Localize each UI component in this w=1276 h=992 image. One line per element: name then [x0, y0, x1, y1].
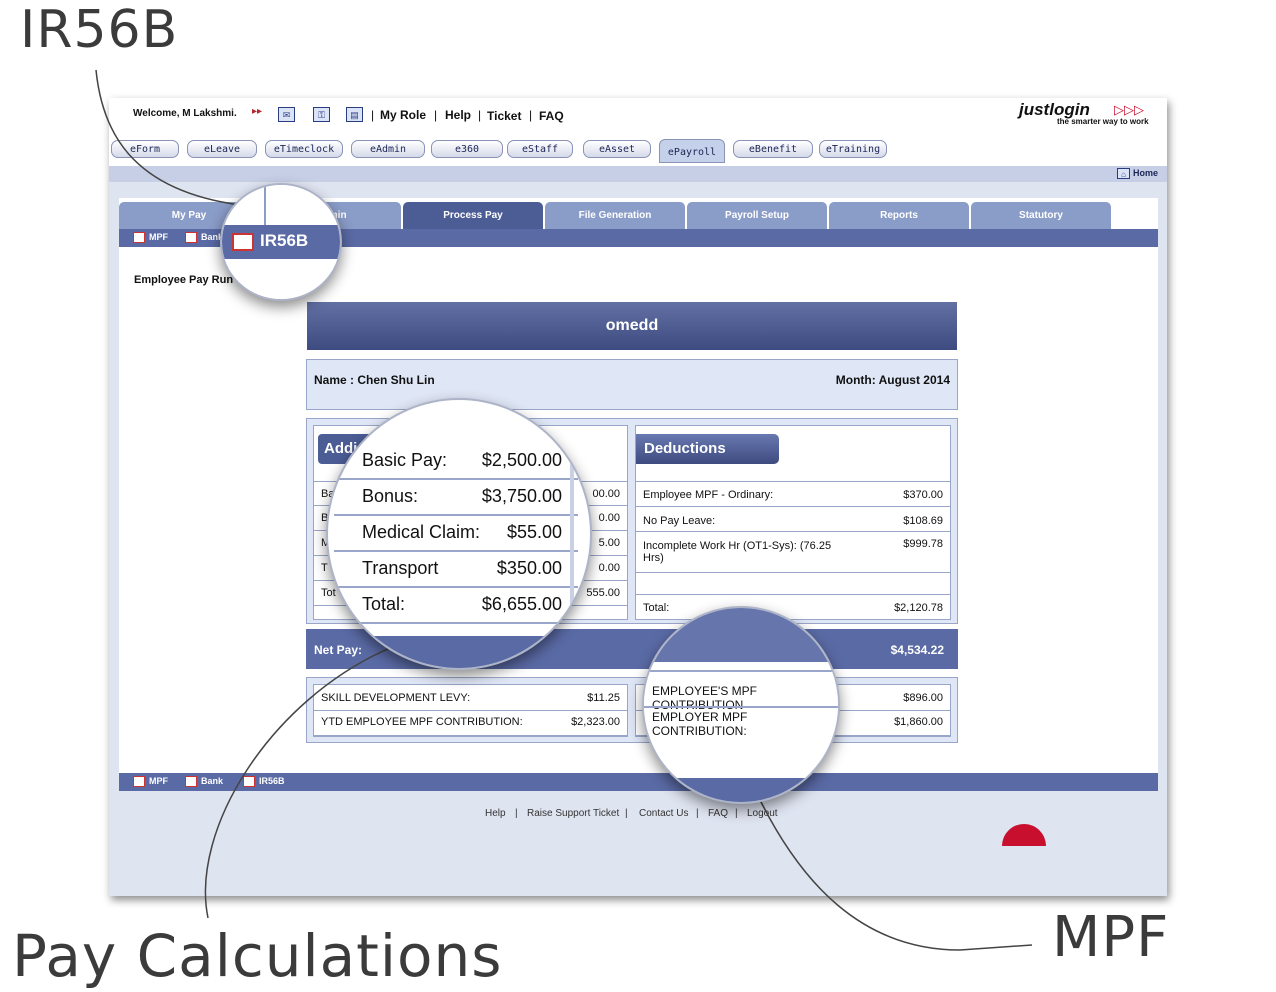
zoom-mpf-strip [644, 608, 838, 662]
zoom-pay-row: Medical Claim: $55.00 [334, 514, 578, 552]
connector-mpf [759, 799, 1033, 951]
zoom-pay-row: Bonus: $3,750.00 [334, 478, 578, 516]
zoom-employer-mpf: EMPLOYER MPF CONTRIBUTION: [652, 710, 748, 738]
pay-magnifier: Basic Pay: $2,500.00 Bonus: $3,750.00 Medi… [326, 398, 592, 670]
mpf-magnifier: EMPLOYEE'S MPF CONTRIBUTION EMPLOYER MPF… [642, 606, 840, 804]
zoom-net-pay-strip [328, 636, 590, 668]
connector-ir56b [95, 69, 241, 206]
callout-connectors [95, 69, 1033, 951]
document-icon [232, 233, 254, 251]
zoom-scroll-edge [570, 440, 574, 624]
zoom-ir56b-label[interactable]: IR56B [260, 231, 308, 251]
ir56b-magnifier: IR56B [220, 183, 342, 301]
zoom-pay-row: Basic Pay: $2,500.00 [334, 442, 578, 480]
connector-pay [204, 647, 391, 919]
zoom-bottom-strip [644, 778, 838, 802]
zoom-pay-row: Transport $350.00 [334, 550, 578, 588]
zoom-pay-table: Basic Pay: $2,500.00 Bonus: $3,750.00 Medi… [334, 442, 578, 624]
zoom-pay-total-row: Total: $6,655.00 [334, 586, 578, 624]
